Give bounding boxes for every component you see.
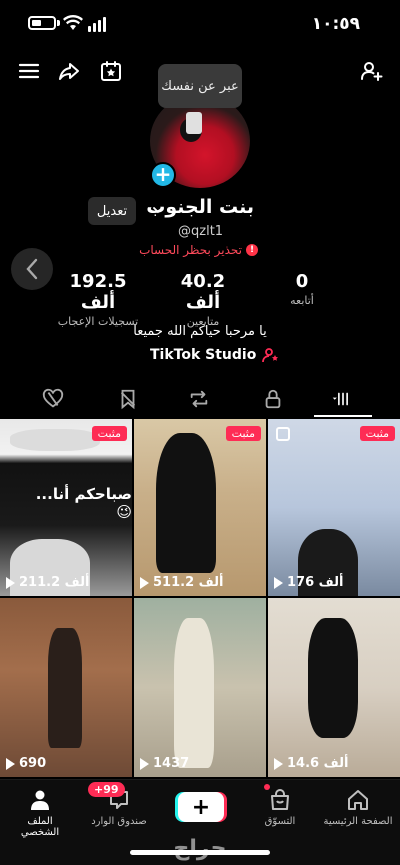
active-tab-indicator [314, 415, 372, 417]
warning-text: تحذير بحظر الحساب [139, 243, 242, 257]
shopping-bag-icon [271, 789, 289, 810]
studio-label: TikTok Studio [150, 347, 257, 363]
view-count: 511.2 ألف [153, 575, 224, 590]
play-icon [274, 576, 283, 589]
video-caption: صباحكم أنا...😉 [35, 485, 132, 521]
video-thumbnail[interactable]: 1437 [134, 598, 266, 777]
video-thumbnail[interactable]: مثبت صباحكم أنا...😉 211.2 ألف [0, 419, 132, 596]
video-thumbnail[interactable]: مثبت 511.2 ألف [134, 419, 266, 596]
play-icon [6, 757, 15, 770]
chevron-down-icon[interactable] [153, 202, 163, 218]
create-button[interactable]: + [178, 792, 224, 822]
username: @qzlt1 [178, 224, 224, 239]
battery-icon [28, 16, 56, 30]
play-icon [140, 757, 149, 770]
video-views: 511.2 ألف [140, 575, 223, 590]
lock-icon [265, 389, 281, 409]
tab-private[interactable] [258, 384, 288, 414]
bookmark-hidden-icon [120, 389, 136, 410]
nav-profile-label: الملف الشخصي [20, 816, 60, 838]
wifi-icon [63, 15, 83, 30]
video-thumbnail[interactable]: 690 [0, 598, 132, 777]
nav-shop-label: التسوّق [264, 816, 296, 827]
stat-followers-value: 40.2 ألف [180, 271, 226, 313]
play-icon [140, 576, 149, 589]
video-thumbnail[interactable]: مثبت 176 ألف [268, 419, 400, 596]
share-icon[interactable] [54, 56, 84, 86]
nav-inbox-label: صندوق الوارد [91, 816, 147, 827]
stat-following-label: أتابعه [290, 294, 314, 307]
grid-videos-icon [332, 392, 348, 406]
tiktok-studio-link[interactable]: TikTok Studio [150, 347, 280, 363]
warning-icon: ! [246, 244, 258, 256]
cell-signal-icon [88, 16, 106, 32]
nav-home-label: الصفحة الرئيسية [323, 816, 393, 827]
stat-followers[interactable]: 40.2 ألف متابعين [168, 271, 238, 328]
tab-favorites-hidden[interactable] [113, 384, 143, 414]
video-views: 211.2 ألف [6, 575, 89, 590]
view-count: 690 [19, 756, 47, 771]
profile-bio: يا مرحبا حياكم الله جميعا [133, 324, 267, 339]
video-views: 1437 [140, 756, 189, 771]
profile-icon [31, 790, 49, 810]
add-friend-icon[interactable] [356, 56, 386, 86]
play-icon [6, 576, 15, 589]
view-count: 176 ألف [287, 575, 344, 590]
shop-notification-dot [264, 784, 270, 790]
pinned-badge: مثبت [225, 426, 261, 441]
account-warning[interactable]: ! تحذير بحظر الحساب [139, 243, 258, 257]
home-indicator [130, 850, 270, 855]
status-bar: ١٠:٥٩ [0, 0, 400, 50]
video-views: 690 [6, 756, 46, 771]
status-time: ١٠:٥٩ [311, 14, 360, 34]
tab-videos[interactable] [328, 384, 358, 414]
home-icon [348, 790, 368, 810]
view-count: 14.6 ألف [287, 756, 349, 771]
view-count: 211.2 ألف [19, 575, 90, 590]
video-views: 14.6 ألف [274, 756, 348, 771]
play-icon [274, 757, 283, 770]
stat-following[interactable]: 0 أتابعه [280, 271, 324, 307]
stat-following-value: 0 [295, 271, 309, 292]
back-arrow-icon[interactable] [11, 248, 53, 290]
bio-prompt-tooltip[interactable]: عبر عن نفسك [158, 64, 242, 108]
inbox-badge: +99 [88, 782, 125, 797]
pinned-badge: مثبت [359, 426, 395, 441]
stat-likes[interactable]: 192.5 ألف تسجيلات الإعجاب [56, 271, 140, 328]
video-thumbnail[interactable]: 14.6 ألف [268, 598, 400, 777]
view-count: 1437 [153, 756, 190, 771]
video-views: 176 ألف [274, 575, 344, 590]
pinned-badge: مثبت [91, 426, 127, 441]
profile-tabs [0, 384, 400, 418]
watermark-logo: حراج [173, 836, 227, 861]
add-avatar-plus-icon[interactable]: + [150, 162, 176, 188]
heart-hidden-icon [42, 388, 64, 408]
nav-shop[interactable]: التسوّق [252, 788, 308, 827]
edit-profile-button[interactable]: تعديل [88, 197, 136, 225]
menu-icon[interactable] [14, 56, 44, 86]
nav-profile[interactable]: الملف الشخصي [10, 788, 70, 838]
battery-tip [57, 20, 60, 26]
studio-person-icon [262, 348, 279, 363]
avatar-phone [186, 112, 202, 134]
repost-icon [190, 390, 208, 408]
tab-liked-hidden[interactable] [38, 384, 68, 414]
tab-reposts[interactable] [184, 384, 214, 414]
nav-home[interactable]: الصفحة الرئيسية [316, 788, 400, 827]
calendar-star-icon[interactable] [96, 56, 126, 86]
stat-likes-value: 192.5 ألف [69, 271, 127, 313]
